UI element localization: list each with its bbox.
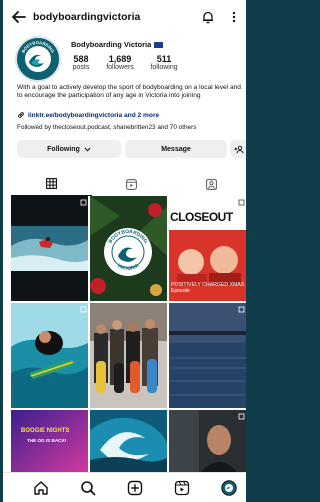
tab-reels[interactable] [91, 172, 172, 196]
stat-posts-value: 588 [73, 54, 89, 64]
stat-followers-value: 1,689 [108, 54, 132, 64]
followed-by-text[interactable]: Followed by thecloseout.podcast, shanebr… [17, 124, 245, 131]
post-tile[interactable] [90, 303, 167, 408]
post-image-christmas-logo: BODYBOARDING VICTORIA [90, 196, 167, 301]
boogie-nights-subtitle: THE OG IS BACK! [27, 438, 67, 443]
top-bar: bodyboardingvictoria [3, 0, 246, 34]
stat-following-value: 511 [156, 54, 172, 64]
post-tile[interactable] [11, 303, 88, 408]
bottom-navigation [3, 472, 246, 502]
content-tabs [3, 172, 246, 196]
stat-posts-label: posts [72, 64, 90, 71]
stat-following-label: following [150, 64, 178, 71]
following-button[interactable]: Following [17, 140, 121, 158]
reels-nav-icon[interactable] [174, 480, 190, 496]
post-tile[interactable] [169, 410, 246, 472]
post-tile[interactable]: CLOSEOUT POSITIVELY CHARGED XMAS Episode [169, 196, 246, 301]
post-tile[interactable] [90, 410, 167, 472]
reels-icon [126, 178, 137, 190]
post-tile[interactable] [169, 303, 246, 408]
stat-followers[interactable]: 1,689 followers [101, 54, 139, 71]
closeout-title-text: CLOSEOUT [170, 210, 233, 224]
more-icon[interactable] [227, 10, 241, 24]
tagged-icon [206, 178, 217, 190]
back-arrow-icon[interactable] [11, 9, 27, 25]
search-icon[interactable] [80, 480, 96, 496]
post-image-rider-closeup [11, 303, 88, 408]
following-button-label: Following [47, 145, 80, 153]
australia-flag-icon [154, 42, 164, 48]
stat-following[interactable]: 511 following [145, 54, 183, 71]
profile-name: Bodyboarding Victoria [71, 40, 164, 49]
username-title: bodyboardingvictoria [33, 11, 141, 23]
tab-tagged[interactable] [171, 172, 246, 196]
phone-screen: bodyboardingvictoria BODYBOARDING VICTOR… [3, 0, 246, 502]
tab-grid[interactable] [11, 172, 92, 196]
post-image-bodyboarder-wave [11, 196, 88, 301]
profile-avatar[interactable]: BODYBOARDING VICTORIA [15, 36, 61, 82]
boogie-nights-title: BOOGIE NIGHTS [21, 428, 70, 434]
profile-name-text: Bodyboarding Victoria [71, 40, 152, 49]
stat-followers-label: followers [106, 64, 134, 71]
bell-icon[interactable] [201, 10, 215, 24]
profile-bio: With a goal to actively develop the spor… [17, 84, 241, 100]
create-icon[interactable] [127, 480, 143, 496]
profile-avatar-icon[interactable] [221, 480, 237, 496]
message-button-label: Message [161, 145, 191, 153]
chevron-down-icon [84, 147, 91, 152]
bodyboarding-victoria-logo: BODYBOARDING VICTORIA [17, 38, 59, 80]
add-person-icon [234, 145, 244, 153]
post-tile[interactable] [11, 196, 88, 301]
grid-icon [46, 178, 57, 189]
stat-posts[interactable]: 588 posts [69, 54, 93, 71]
profile-link-text: linktr.ee/bodyboardingvictoria and 2 mor… [28, 111, 160, 119]
post-tile[interactable]: BOOGIE NIGHTS THE OG IS BACK! [11, 410, 88, 472]
message-button[interactable]: Message [125, 140, 227, 158]
profile-link[interactable]: linktr.ee/bodyboardingvictoria and 2 mor… [17, 111, 159, 119]
post-image-barrel-wave [90, 410, 167, 472]
post-image-person-portrait [169, 410, 246, 472]
link-icon [18, 112, 24, 118]
suggest-people-button[interactable] [230, 140, 246, 158]
post-image-group-photo [90, 303, 167, 408]
home-icon[interactable] [33, 480, 49, 496]
closeout-subtitle-text: POSITIVELY CHARGED XMAS Episode [171, 282, 245, 294]
post-image-harbour-dusk [169, 303, 246, 408]
post-tile[interactable]: BODYBOARDING VICTORIA [90, 196, 167, 301]
